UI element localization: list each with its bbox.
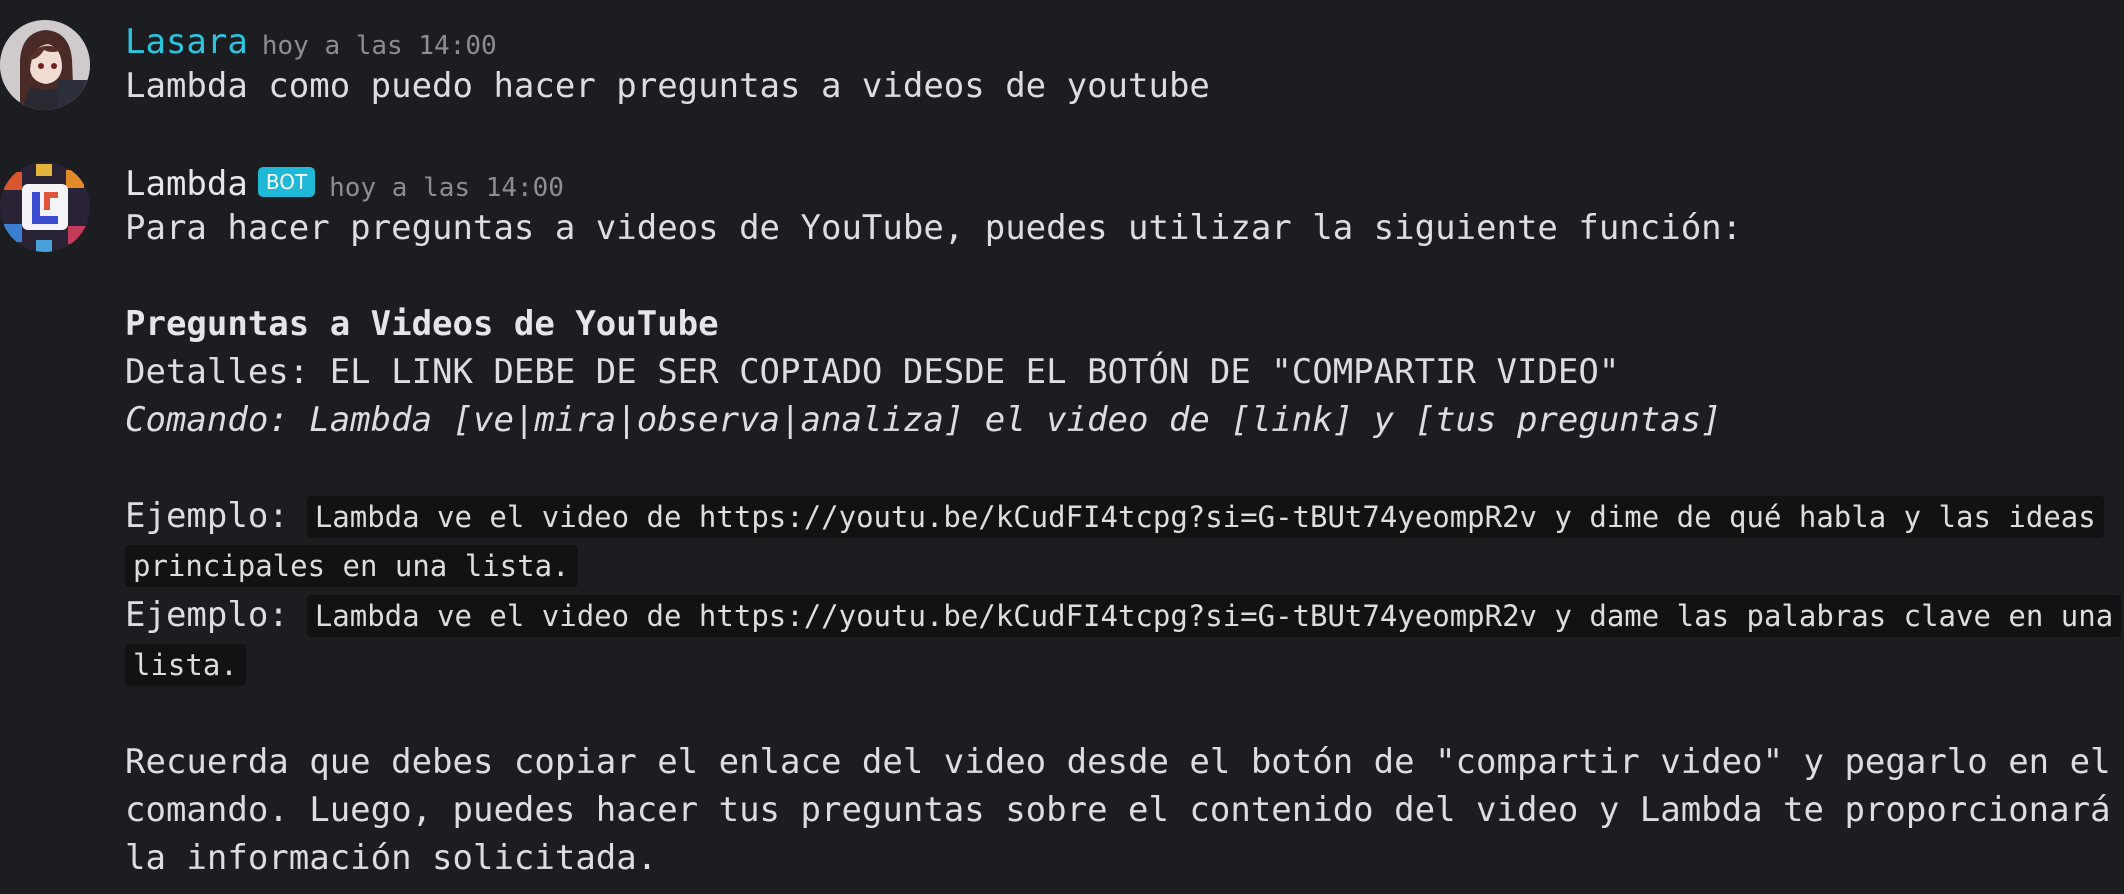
bot-message-body: Para hacer preguntas a videos de YouTube… <box>125 204 2122 882</box>
user-avatar[interactable] <box>0 20 90 110</box>
example-label: Ejemplo: <box>125 595 289 635</box>
example-1: Ejemplo: Lambda ve el video de https://y… <box>125 492 2115 591</box>
example-label: Ejemplo: <box>125 496 289 536</box>
inline-code: Lambda ve el video de https://youtu.be/k… <box>125 595 2122 686</box>
bot-avatar-image <box>0 162 90 252</box>
username[interactable]: Lambda <box>125 164 248 204</box>
message-timestamp[interactable]: hoy a las 14:00 <box>329 173 564 203</box>
command-text: Comando: Lambda [ve|mira|observa|analiza… <box>125 400 1722 440</box>
bot-avatar[interactable] <box>0 162 90 252</box>
message-timestamp[interactable]: hoy a las 14:00 <box>262 31 497 61</box>
details-text: Detalles: EL LINK DEBE DE SER COPIADO DE… <box>125 352 1620 392</box>
function-heading: Preguntas a Videos de YouTube <box>125 304 719 344</box>
user-message-content: Lasara hoy a las 14:00 Lambda como puedo… <box>125 14 2115 106</box>
bot-badge: BOT <box>257 167 316 197</box>
user-avatar-image <box>0 20 90 110</box>
message-text: Lambda como puedo hacer preguntas a vide… <box>125 66 1210 106</box>
inline-code: Lambda ve el video de https://youtu.be/k… <box>125 496 2104 587</box>
intro-text: Para hacer preguntas a videos de YouTube… <box>125 208 1743 248</box>
closing-text: Recuerda que debes copiar el enlace del … <box>125 742 2111 878</box>
username[interactable]: Lasara <box>125 22 248 62</box>
example-2: Ejemplo: Lambda ve el video de https://y… <box>125 591 2122 690</box>
bot-message-content: Lambda BOT hoy a las 14:00 Para hacer pr… <box>125 156 2122 878</box>
